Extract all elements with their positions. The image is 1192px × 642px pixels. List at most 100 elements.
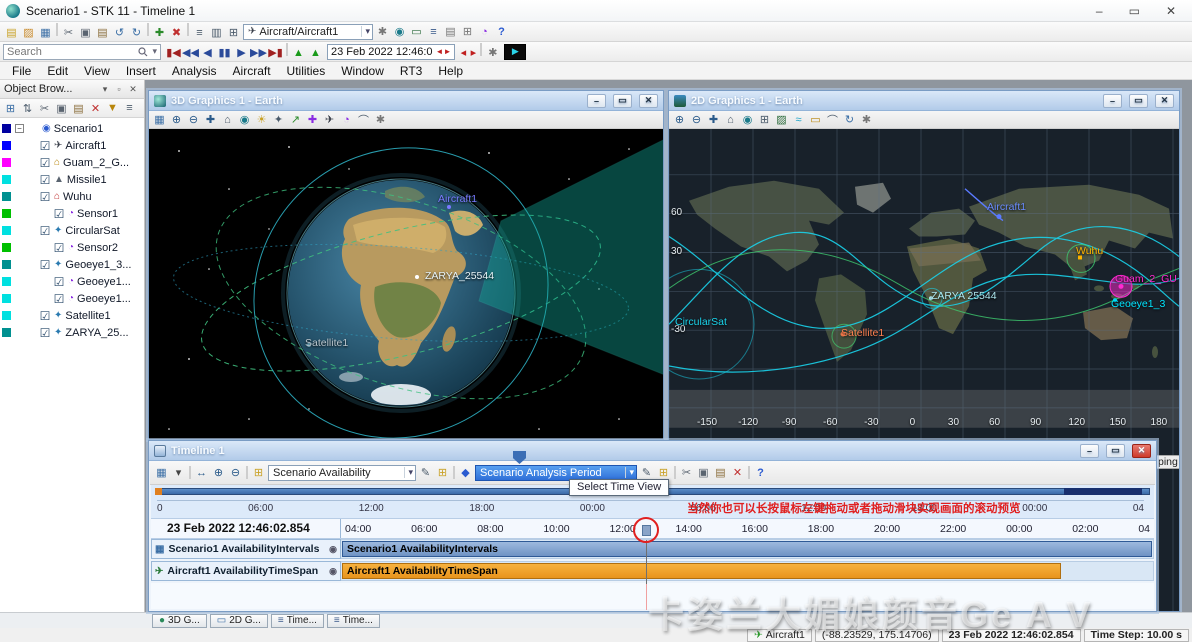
- expander-icon[interactable]: [27, 158, 36, 167]
- minimize-button[interactable]: –: [587, 93, 606, 108]
- zoom-in-icon[interactable]: ⊕: [210, 465, 227, 481]
- model-icon[interactable]: ✈: [321, 112, 338, 128]
- window-tab[interactable]: ● 3D G...: [152, 613, 207, 628]
- window-tab[interactable]: ≡ Time...: [326, 613, 380, 628]
- view-mode-icon[interactable]: ⊞: [2, 100, 19, 116]
- tree-item[interactable]: ☑ ◔ Sensor1: [0, 205, 144, 222]
- stars-icon[interactable]: ✦: [270, 112, 287, 128]
- menu-item[interactable]: Edit: [39, 64, 76, 78]
- increase-step-icon[interactable]: ▲: [307, 45, 324, 61]
- filter-icon[interactable]: ▼: [104, 100, 121, 116]
- animation-reset-icon[interactable]: ▮◀: [165, 44, 182, 60]
- sensor-icon[interactable]: ◔: [338, 112, 355, 128]
- properties-icon[interactable]: ✱: [374, 23, 391, 39]
- grid-icon[interactable]: ⊞: [756, 112, 773, 128]
- close-icon[interactable]: ✕: [126, 84, 140, 95]
- graph-icon[interactable]: ▥: [208, 24, 225, 40]
- zoom-out-icon[interactable]: ⊖: [688, 112, 705, 128]
- chevron-down-icon[interactable]: ▾: [361, 26, 370, 37]
- row-label-cell[interactable]: ▦ Scenario1 AvailabilityIntervals ◉: [151, 539, 341, 559]
- 2d-window-titlebar[interactable]: 2D Graphics 1 - Earth – ▭ ✕: [669, 91, 1179, 111]
- undo-icon[interactable]: ↺: [111, 24, 128, 40]
- zoom-in-icon[interactable]: ⊕: [168, 112, 185, 128]
- expander-icon[interactable]: [27, 328, 36, 337]
- time-view-icon[interactable]: ◆: [457, 465, 474, 481]
- sort-icon[interactable]: ⇅: [19, 100, 36, 116]
- tree-item[interactable]: − ◉ Scenario1: [0, 120, 144, 137]
- realtime-indicator-icon[interactable]: ▶: [504, 43, 527, 60]
- time-component-icon[interactable]: ⊞: [250, 465, 267, 481]
- delete-object-icon[interactable]: ✖: [168, 24, 185, 40]
- animation-end-icon[interactable]: ▶▮: [267, 44, 284, 60]
- checkbox[interactable]: ☑: [39, 259, 51, 271]
- availability-timespan-bar[interactable]: Aircraft1 AvailabilityTimeSpan: [342, 563, 1061, 579]
- maximize-button[interactable]: ▭: [1106, 443, 1125, 458]
- redo-icon[interactable]: ↻: [128, 24, 145, 40]
- checkbox[interactable]: ☑: [39, 310, 51, 322]
- copy-icon[interactable]: ▣: [77, 24, 94, 40]
- regions-icon[interactable]: ▭: [807, 112, 824, 128]
- cut-icon[interactable]: ✂: [36, 100, 53, 116]
- tracks-icon[interactable]: ≈: [790, 112, 807, 128]
- add-time-component-icon[interactable]: ⊞: [434, 465, 451, 481]
- expander-icon[interactable]: [41, 277, 50, 286]
- window-tab[interactable]: ≡ Time...: [270, 613, 324, 628]
- maximize-button[interactable]: ▭: [1129, 4, 1140, 18]
- expander-icon[interactable]: [41, 294, 50, 303]
- animation-options-icon[interactable]: ✱: [484, 44, 501, 60]
- time-step-up-icon[interactable]: ▸: [468, 44, 478, 60]
- lighting-icon[interactable]: ☀: [253, 112, 270, 128]
- menu-item[interactable]: Analysis: [164, 64, 225, 78]
- object-selector-combo[interactable]: ✈ Aircraft/Aircraft1 ▾: [243, 23, 373, 40]
- menu-item[interactable]: Insert: [118, 64, 164, 78]
- 3d-graphics-icon[interactable]: ◉: [391, 23, 408, 39]
- copy-icon[interactable]: ▣: [695, 465, 712, 481]
- pause-icon[interactable]: ▮▮: [216, 44, 233, 60]
- tree-item[interactable]: ☑ ⌂ Wuhu: [0, 188, 144, 205]
- data-provider-icon[interactable]: ⊞: [459, 23, 476, 39]
- row-label-cell[interactable]: ✈ Aircraft1 AvailabilityTimeSpan ◉: [151, 561, 341, 581]
- sensor-manager-icon[interactable]: ◔: [476, 24, 493, 40]
- eye-icon[interactable]: ◉: [329, 544, 337, 555]
- checkbox[interactable]: ☑: [39, 157, 51, 169]
- tree-item[interactable]: ☑ ▲ Missile1: [0, 171, 144, 188]
- expander-icon[interactable]: [27, 311, 36, 320]
- maximize-button[interactable]: ▭: [613, 93, 632, 108]
- measure-icon[interactable]: ⌒: [355, 112, 372, 128]
- minimize-button[interactable]: –: [1080, 443, 1099, 458]
- menu-item[interactable]: File: [4, 64, 39, 78]
- eye-icon[interactable]: ◉: [329, 566, 337, 577]
- step-forward-icon[interactable]: ▶▶: [250, 44, 267, 60]
- new-object-icon[interactable]: ✚: [151, 24, 168, 40]
- globe-icon[interactable]: ◉: [236, 112, 253, 128]
- availability-interval-bar[interactable]: Scenario1 AvailabilityIntervals: [342, 541, 1152, 557]
- checkbox[interactable]: ☑: [39, 191, 51, 203]
- help-icon[interactable]: ?: [493, 24, 510, 40]
- timeline-view-icon[interactable]: ▦: [153, 465, 170, 481]
- animation-time-field[interactable]: 23 Feb 2022 12:46:0 ◄►: [327, 43, 456, 60]
- delete-icon[interactable]: ✕: [729, 465, 746, 481]
- chevron-down-icon[interactable]: ▾: [404, 467, 413, 478]
- paste-icon[interactable]: ▤: [94, 24, 111, 40]
- row-track[interactable]: Aircraft1 AvailabilityTimeSpan: [341, 561, 1154, 581]
- play-icon[interactable]: ▶: [233, 44, 250, 60]
- minimize-button[interactable]: –: [1103, 93, 1122, 108]
- menu-item[interactable]: Aircraft: [225, 64, 279, 78]
- tree-item[interactable]: ☑ ◔ Sensor2: [0, 239, 144, 256]
- play-backward-icon[interactable]: ◀: [199, 44, 216, 60]
- settings-icon[interactable]: ✱: [858, 112, 875, 128]
- edit-time-component-icon[interactable]: ✎: [417, 465, 434, 481]
- time-spinner-icon[interactable]: ◄►: [436, 47, 452, 56]
- chevron-down-icon[interactable]: ▾: [625, 467, 634, 478]
- checkbox[interactable]: ☑: [53, 242, 65, 254]
- full-extent-icon[interactable]: ⌂: [722, 112, 739, 128]
- save-icon[interactable]: ▦: [37, 24, 54, 40]
- expander-icon[interactable]: [41, 243, 50, 252]
- tree-item[interactable]: ☑ ✦ CircularSat: [0, 222, 144, 239]
- expander-icon[interactable]: [27, 260, 36, 269]
- zoom-fit-icon[interactable]: ↔: [193, 465, 210, 481]
- close-button[interactable]: ✕: [639, 93, 658, 108]
- 3d-viewport[interactable]: Aircraft1 ZARYA_25544 Satellite1: [149, 129, 663, 439]
- zoom-out-icon[interactable]: ⊖: [227, 465, 244, 481]
- search-input[interactable]: Search ▾: [3, 43, 161, 60]
